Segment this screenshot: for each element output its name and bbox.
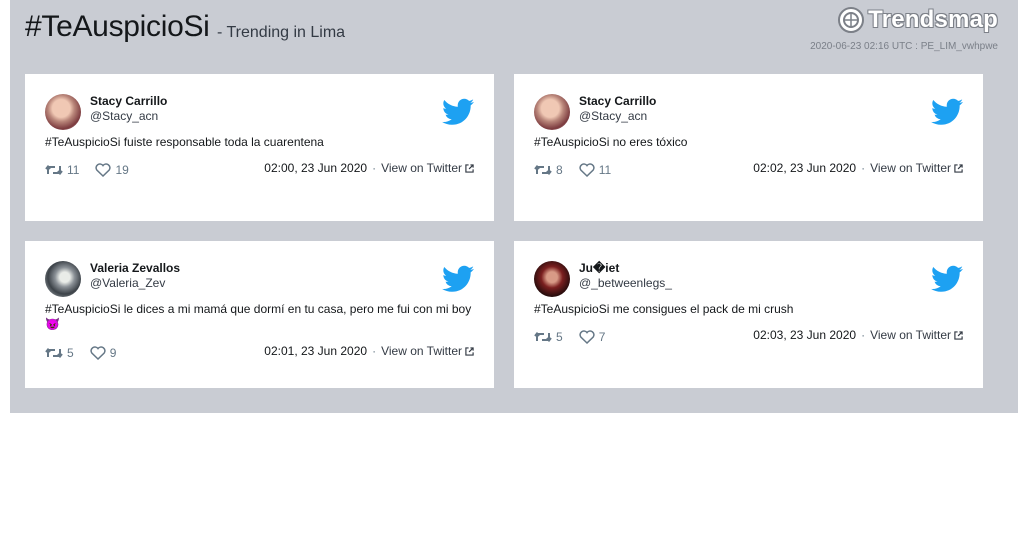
view-on-twitter-label: View on Twitter bbox=[381, 344, 462, 358]
external-link-icon bbox=[465, 346, 474, 356]
heart-icon bbox=[95, 163, 112, 177]
twitter-bird-icon[interactable] bbox=[931, 265, 963, 293]
tweet-card: Ju�iet @_betweenlegs_ #TeAuspicioSi me c… bbox=[514, 241, 983, 388]
tweet-stats: 8 11 bbox=[534, 163, 627, 177]
tweet-stats: 5 9 bbox=[45, 346, 132, 360]
tweet-text: #TeAuspicioSi le dices a mi mamá que dor… bbox=[45, 302, 472, 331]
retweet-icon bbox=[45, 164, 63, 176]
retweet-icon bbox=[534, 331, 552, 343]
tweet-author-name[interactable]: Valeria Zevallos bbox=[90, 261, 180, 275]
tweet-text: #TeAuspicioSi no eres tóxico bbox=[534, 135, 688, 149]
tweet-footer: 02:00, 23 Jun 2020 · View on Twitter bbox=[264, 161, 474, 175]
tweet-timestamp[interactable]: 02:02, 23 Jun 2020 bbox=[753, 161, 856, 175]
tweet-footer: 02:02, 23 Jun 2020 · View on Twitter bbox=[753, 161, 963, 175]
retweet-count[interactable]: 8 bbox=[534, 163, 563, 177]
separator-dot: · bbox=[372, 344, 377, 358]
tweet-author-handle[interactable]: @_betweenlegs_ bbox=[579, 276, 672, 290]
tweet-author-name[interactable]: Ju�iet bbox=[579, 261, 619, 275]
avatar[interactable] bbox=[534, 261, 570, 297]
external-link-icon bbox=[465, 163, 474, 173]
view-on-twitter-label: View on Twitter bbox=[870, 328, 951, 342]
view-on-twitter-link[interactable]: View on Twitter bbox=[870, 328, 963, 342]
separator-dot: · bbox=[861, 161, 866, 175]
trendsmap-logo-icon bbox=[838, 7, 865, 33]
tweet-footer: 02:03, 23 Jun 2020 · View on Twitter bbox=[753, 328, 963, 342]
separator-dot: · bbox=[861, 328, 866, 342]
avatar[interactable] bbox=[45, 94, 81, 130]
snapshot-meta: 2020-06-23 02:16 UTC : PE_LIM_vwhpwe bbox=[810, 41, 998, 52]
view-on-twitter-link[interactable]: View on Twitter bbox=[381, 344, 474, 358]
like-count[interactable]: 11 bbox=[579, 163, 611, 177]
view-on-twitter-label: View on Twitter bbox=[381, 161, 462, 175]
retweet-count-value: 11 bbox=[67, 163, 80, 177]
twitter-bird-icon[interactable] bbox=[442, 265, 474, 293]
view-on-twitter-label: View on Twitter bbox=[870, 161, 951, 175]
tweet-card: Stacy Carrillo @Stacy_acn #TeAuspicioSi … bbox=[514, 74, 983, 221]
tweet-author-name[interactable]: Stacy Carrillo bbox=[579, 94, 656, 108]
retweet-count[interactable]: 11 bbox=[45, 163, 79, 177]
like-count-value: 7 bbox=[598, 330, 606, 344]
like-count-value: 11 bbox=[598, 163, 612, 177]
heart-icon bbox=[579, 330, 595, 344]
external-link-icon bbox=[954, 163, 963, 173]
tweet-stats: 5 7 bbox=[534, 330, 621, 344]
like-count-value: 9 bbox=[109, 346, 117, 360]
tweet-author-name[interactable]: Stacy Carrillo bbox=[90, 94, 167, 108]
tweet-timestamp[interactable]: 02:00, 23 Jun 2020 bbox=[264, 161, 367, 175]
trendsmap-logo[interactable]: Trendsmap bbox=[837, 6, 998, 34]
heart-icon bbox=[579, 163, 595, 177]
like-count-value: 19 bbox=[115, 163, 129, 177]
tweet-author-handle[interactable]: @Stacy_acn bbox=[90, 109, 158, 123]
tweet-timestamp[interactable]: 02:03, 23 Jun 2020 bbox=[753, 328, 856, 342]
retweet-count-value: 8 bbox=[556, 163, 563, 177]
retweet-count[interactable]: 5 bbox=[45, 346, 74, 360]
trend-hashtag-title[interactable]: #TeAuspicioSi bbox=[25, 10, 210, 44]
tweet-timestamp[interactable]: 02:01, 23 Jun 2020 bbox=[264, 344, 367, 358]
tweet-card: Stacy Carrillo @Stacy_acn #TeAuspicioSi … bbox=[25, 74, 494, 221]
trendsmap-logo-text: Trendsmap bbox=[868, 6, 998, 33]
tweet-text: #TeAuspicioSi fuiste responsable toda la… bbox=[45, 135, 324, 149]
tweet-author-handle[interactable]: @Stacy_acn bbox=[579, 109, 647, 123]
view-on-twitter-link[interactable]: View on Twitter bbox=[381, 161, 474, 175]
retweet-count-value: 5 bbox=[556, 330, 563, 344]
tweet-author-handle[interactable]: @Valeria_Zev bbox=[90, 276, 165, 290]
tweet-card: Valeria Zevallos @Valeria_Zev #TeAuspici… bbox=[25, 241, 494, 388]
tweet-stats: 11 19 bbox=[45, 163, 145, 177]
twitter-bird-icon[interactable] bbox=[442, 98, 474, 126]
tweet-footer: 02:01, 23 Jun 2020 · View on Twitter bbox=[264, 344, 474, 358]
like-count[interactable]: 19 bbox=[95, 163, 129, 177]
like-count[interactable]: 7 bbox=[579, 330, 606, 344]
avatar[interactable] bbox=[534, 94, 570, 130]
retweet-icon bbox=[534, 164, 552, 176]
tweet-text: #TeAuspicioSi me consigues el pack de mi… bbox=[534, 302, 794, 316]
avatar[interactable] bbox=[45, 261, 81, 297]
external-link-icon bbox=[954, 330, 963, 340]
retweet-count[interactable]: 5 bbox=[534, 330, 563, 344]
retweet-count-value: 5 bbox=[67, 346, 74, 360]
heart-icon bbox=[90, 346, 106, 360]
like-count[interactable]: 9 bbox=[90, 346, 117, 360]
retweet-icon bbox=[45, 347, 63, 359]
twitter-bird-icon[interactable] bbox=[931, 98, 963, 126]
separator-dot: · bbox=[372, 161, 377, 175]
trend-location-subtitle: - Trending in Lima bbox=[217, 24, 346, 41]
view-on-twitter-link[interactable]: View on Twitter bbox=[870, 161, 963, 175]
